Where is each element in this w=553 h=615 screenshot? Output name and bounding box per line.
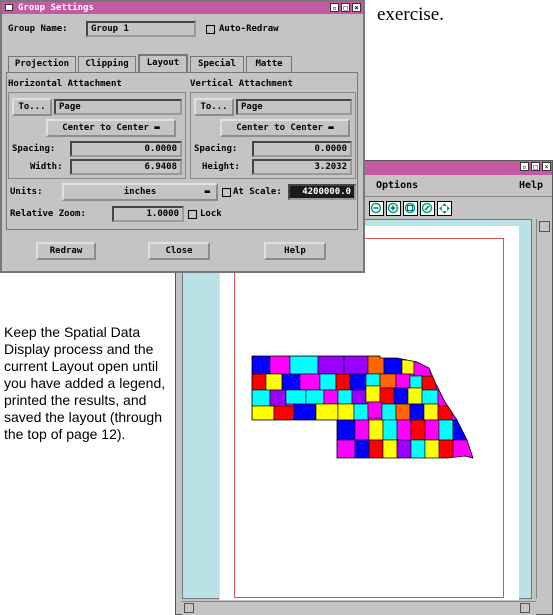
window-menu-icon[interactable] [5, 4, 13, 11]
width-field[interactable]: 6.9408 [70, 159, 182, 175]
layout-page [219, 226, 519, 600]
tab-matte[interactable]: Matte [246, 56, 292, 72]
close-icon[interactable]: × [542, 162, 551, 171]
units-dropdown[interactable]: inches ▬ [62, 183, 218, 201]
zoom-out-icon[interactable] [369, 201, 384, 216]
at-scale-checkbox[interactable] [222, 188, 231, 197]
tab-special[interactable]: Special [190, 56, 244, 72]
horizontal-attachment-heading: Horizontal Attachment [8, 79, 122, 89]
top-text: exercise. [377, 4, 444, 25]
menu-options[interactable]: Options [376, 180, 418, 191]
vertical-to-field[interactable]: Page [236, 99, 352, 115]
horizontal-spacing-field[interactable]: 0.0000 [70, 141, 182, 157]
maximize-icon[interactable]: □ [341, 3, 350, 12]
tab-layout[interactable]: Layout [138, 54, 188, 72]
width-label: Width: [30, 162, 63, 172]
dropdown-icon: ▬ [154, 123, 160, 133]
side-instruction-text: Keep the Spatial Data Display process an… [4, 324, 166, 442]
units-label: Units: [10, 187, 43, 197]
horizontal-to-button[interactable]: To... [12, 98, 52, 116]
zoom-full-icon[interactable] [420, 201, 435, 216]
dialog-title: Group Settings [18, 3, 94, 13]
group-name-field[interactable]: Group 1 [86, 21, 196, 37]
redraw-button[interactable]: Redraw [36, 242, 96, 260]
relative-zoom-label: Relative Zoom: [10, 209, 86, 219]
vertical-spacing-label: Spacing: [194, 144, 238, 154]
dialog-titlebar: Group Settings ▫ □ × [2, 2, 363, 14]
nebraska-county-map[interactable] [247, 354, 487, 464]
scroll-right-arrow-icon[interactable] [520, 603, 530, 613]
scroll-up-arrow-icon[interactable] [539, 221, 550, 232]
close-button[interactable]: Close [148, 242, 210, 260]
horizontal-spacing-label: Spacing: [12, 144, 56, 154]
units-value: inches [123, 187, 157, 197]
horizontal-mode-dropdown[interactable]: Center to Center ▬ [46, 119, 176, 137]
height-field[interactable]: 3.2032 [252, 159, 352, 175]
zoom-in-icon[interactable] [386, 201, 401, 216]
vertical-mode-dropdown[interactable]: Center to Center ▬ [220, 119, 350, 137]
tab-projection[interactable]: Projection [8, 56, 76, 72]
horizontal-to-field[interactable]: Page [54, 99, 182, 115]
group-settings-dialog: Group Settings ▫ □ × Group Name: Group 1… [0, 0, 365, 273]
auto-redraw-label: Auto-Redraw [219, 24, 279, 34]
group-name-label: Group Name: [8, 24, 68, 34]
maximize-icon[interactable]: □ [531, 162, 540, 171]
at-scale-label: At Scale: [233, 187, 282, 197]
menu-help[interactable]: Help [519, 180, 543, 191]
lock-label: Lock [200, 209, 222, 219]
dropdown-icon: ▬ [328, 123, 334, 133]
vertical-spacing-field[interactable]: 0.0000 [252, 141, 352, 157]
horizontal-scrollbar[interactable] [182, 601, 536, 615]
tab-clipping[interactable]: Clipping [78, 56, 136, 72]
height-label: Height: [202, 162, 240, 172]
vertical-scrollbar[interactable] [536, 219, 552, 599]
layout-canvas[interactable] [182, 219, 532, 600]
minimize-icon[interactable]: ▫ [330, 3, 339, 12]
scroll-left-arrow-icon[interactable] [184, 603, 194, 613]
minimize-icon[interactable]: ▫ [520, 162, 529, 171]
relative-zoom-field[interactable]: 1.0000 [112, 206, 184, 222]
help-button[interactable]: Help [264, 242, 326, 260]
lock-checkbox[interactable] [188, 210, 197, 219]
vertical-to-button[interactable]: To... [194, 98, 234, 116]
dropdown-icon: ▬ [204, 187, 210, 197]
zoom-box-icon[interactable] [403, 201, 418, 216]
close-icon[interactable]: × [352, 3, 361, 12]
pan-icon[interactable] [437, 201, 452, 216]
scale-field[interactable]: 4200000.0 [288, 184, 356, 200]
horizontal-mode-value: Center to Center [62, 123, 149, 133]
auto-redraw-checkbox[interactable] [206, 25, 215, 34]
vertical-mode-value: Center to Center [236, 123, 323, 133]
vertical-attachment-heading: Vertical Attachment [190, 79, 293, 89]
